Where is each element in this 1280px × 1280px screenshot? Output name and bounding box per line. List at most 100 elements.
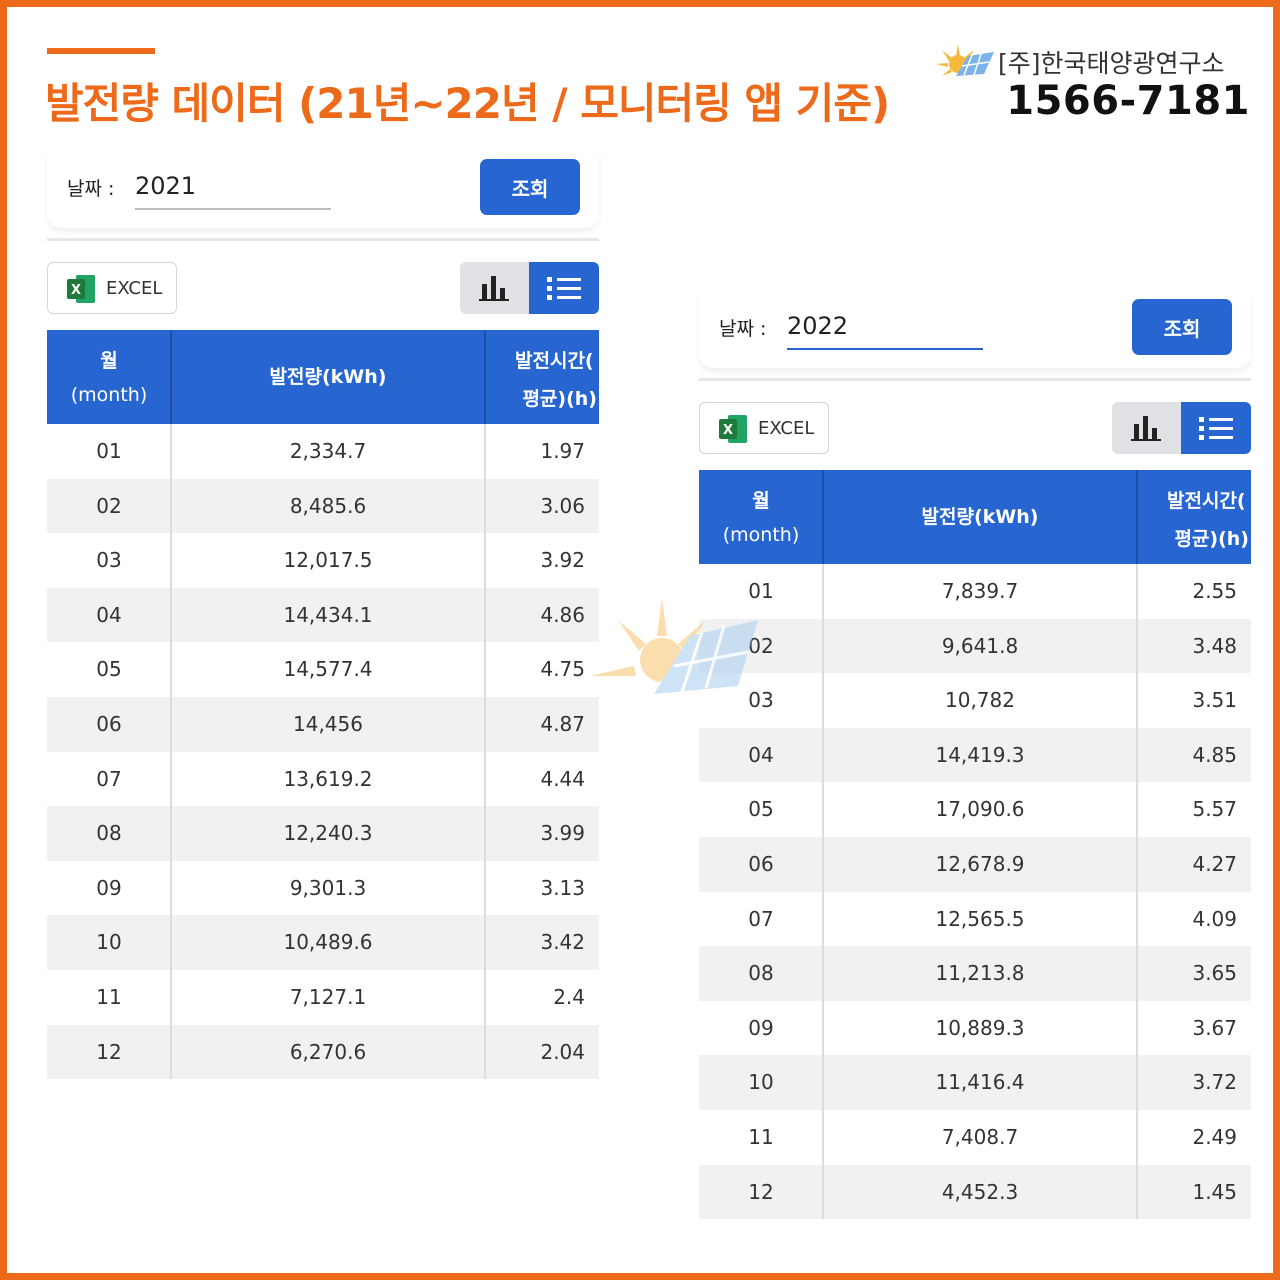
month-cell: 03 [96, 548, 122, 573]
col-hours-label: 발전시간( [515, 350, 594, 372]
search-button[interactable]: 조회 [480, 159, 580, 215]
table-row: 05 17,090.6 5.57 [699, 782, 1251, 837]
table-row: 08 12,240.3 3.99 [47, 806, 599, 861]
excel-icon: X [67, 275, 95, 303]
hours-cell: 1.97 [540, 439, 585, 463]
table-row: 10 10,489.6 3.42 [47, 915, 599, 970]
brand-name: [주]한국태양광연구소 [998, 49, 1225, 78]
energy-cell: 10,889.3 [935, 1015, 1025, 1040]
divider [47, 238, 599, 241]
energy-cell: 4,452.3 [941, 1179, 1019, 1204]
month-cell: 08 [748, 961, 774, 986]
hours-cell: 3.99 [540, 821, 585, 846]
col-energy-header: 발전량(kWh) [269, 366, 387, 388]
view-toggle [1112, 402, 1251, 454]
energy-cell: 14,434.1 [283, 602, 373, 627]
energy-cell: 10,489.6 [283, 930, 373, 955]
hours-cell: 3.65 [1192, 961, 1237, 986]
hours-cell: 3.72 [1192, 1070, 1237, 1095]
brand-phone[interactable]: 1566-7181 [1006, 78, 1250, 124]
hours-cell: 3.92 [540, 548, 585, 573]
energy-cell: 9,641.8 [941, 633, 1019, 658]
column-separator [822, 564, 824, 1220]
date-input[interactable] [135, 164, 331, 210]
table-row: 01 2,334.7 1.97 [47, 424, 599, 479]
month-cell: 11 [748, 1124, 774, 1149]
energy-cell: 11,416.4 [935, 1070, 1025, 1095]
hours-cell: 3.48 [1192, 633, 1237, 658]
date-label: 날짜 : [67, 178, 115, 200]
month-cell: 04 [748, 742, 774, 767]
hours-cell: 2.49 [1192, 1124, 1237, 1149]
table-header: 월 (month) 발전량(kWh) 발전시간( 평균)(h) [699, 470, 1251, 564]
panel-2021: 날짜 : 조회 X EXCEL [47, 150, 599, 1080]
energy-cell: 7,127.1 [289, 984, 367, 1009]
col-hours-header: 발전시간( 평균)(h) [485, 330, 599, 424]
table-row: 03 10,782 3.51 [699, 673, 1251, 728]
month-cell: 09 [96, 875, 122, 900]
energy-cell: 6,270.6 [289, 1039, 367, 1064]
table-row: 11 7,127.1 2.4 [47, 970, 599, 1025]
view-toggle [460, 262, 599, 314]
excel-label: EXCEL [758, 418, 815, 439]
column-separator [1136, 564, 1138, 1220]
excel-label: EXCEL [106, 278, 163, 299]
table-row: 07 12,565.5 4.09 [699, 892, 1251, 947]
hours-cell: 2.55 [1192, 579, 1237, 603]
table-row: 02 8,485.6 3.06 [47, 478, 599, 534]
excel-icon: X [719, 415, 747, 443]
month-cell: 05 [748, 797, 774, 822]
table-row: 06 12,678.9 4.27 [699, 836, 1251, 892]
energy-cell: 14,456 [293, 711, 363, 736]
table-row: 12 4,452.3 1.45 [699, 1164, 1251, 1220]
svg-text:X: X [71, 283, 81, 298]
month-cell: 10 [748, 1070, 774, 1095]
search-button[interactable]: 조회 [1132, 299, 1232, 355]
month-cell: 07 [96, 766, 122, 791]
month-cell: 12 [96, 1039, 122, 1064]
energy-cell: 12,240.3 [283, 821, 373, 846]
table-row: 04 14,434.1 4.86 [47, 587, 599, 643]
energy-cell: 14,419.3 [935, 742, 1025, 767]
col-month-sublabel: (month) [722, 524, 800, 546]
hours-cell: 4.75 [540, 657, 585, 682]
hours-cell: 4.09 [1192, 906, 1237, 931]
month-cell: 05 [96, 657, 122, 682]
hours-cell: 5.57 [1192, 797, 1237, 822]
month-cell: 09 [748, 1015, 774, 1040]
column-separator [484, 424, 486, 1080]
excel-button[interactable]: X EXCEL [47, 262, 177, 314]
panel-2022: 날짜 : 조회 X EXCEL [699, 290, 1251, 1220]
table-row: 03 12,017.5 3.92 [47, 533, 599, 588]
energy-cell: 7,408.7 [941, 1124, 1019, 1149]
table-body: 01 7,839.7 2.55 02 9,641.8 3.48 03 10,782 3.51 04… [699, 564, 1251, 1220]
month-cell: 07 [748, 906, 774, 931]
table-row: 02 9,641.8 3.48 [699, 618, 1251, 674]
date-input[interactable] [787, 304, 983, 350]
list-view-button[interactable] [529, 262, 599, 314]
hours-cell: 4.87 [540, 711, 585, 736]
hours-cell: 3.13 [540, 875, 585, 900]
chart-view-button[interactable] [460, 262, 529, 314]
month-cell: 08 [96, 821, 122, 846]
col-month-label: 월 [100, 350, 118, 372]
hours-cell: 4.85 [1192, 742, 1237, 767]
chart-view-button[interactable] [1112, 402, 1181, 454]
svg-text:X: X [723, 423, 733, 438]
col-month-header: 월 (month) [699, 470, 823, 564]
list-view-button[interactable] [1181, 402, 1251, 454]
month-cell: 12 [748, 1179, 774, 1204]
excel-button[interactable]: X EXCEL [699, 402, 829, 454]
hours-cell: 4.27 [1192, 851, 1237, 876]
energy-table: 월 (month) 발전량(kWh) 발전시간( 평균)(h) 01 2,334.… [47, 330, 599, 1080]
table-row: 10 11,416.4 3.72 [699, 1055, 1251, 1110]
energy-cell: 13,619.2 [283, 766, 373, 791]
sun-solar-panel-watermark-icon [590, 598, 758, 694]
table-row: 06 14,456 4.87 [47, 696, 599, 752]
date-label: 날짜 : [719, 318, 767, 340]
energy-cell: 17,090.6 [935, 797, 1025, 822]
energy-cell: 2,334.7 [289, 439, 367, 463]
hours-cell: 2.4 [553, 984, 585, 1009]
table-row: 12 6,270.6 2.04 [47, 1024, 599, 1080]
col-energy-header: 발전량(kWh) [921, 506, 1039, 528]
